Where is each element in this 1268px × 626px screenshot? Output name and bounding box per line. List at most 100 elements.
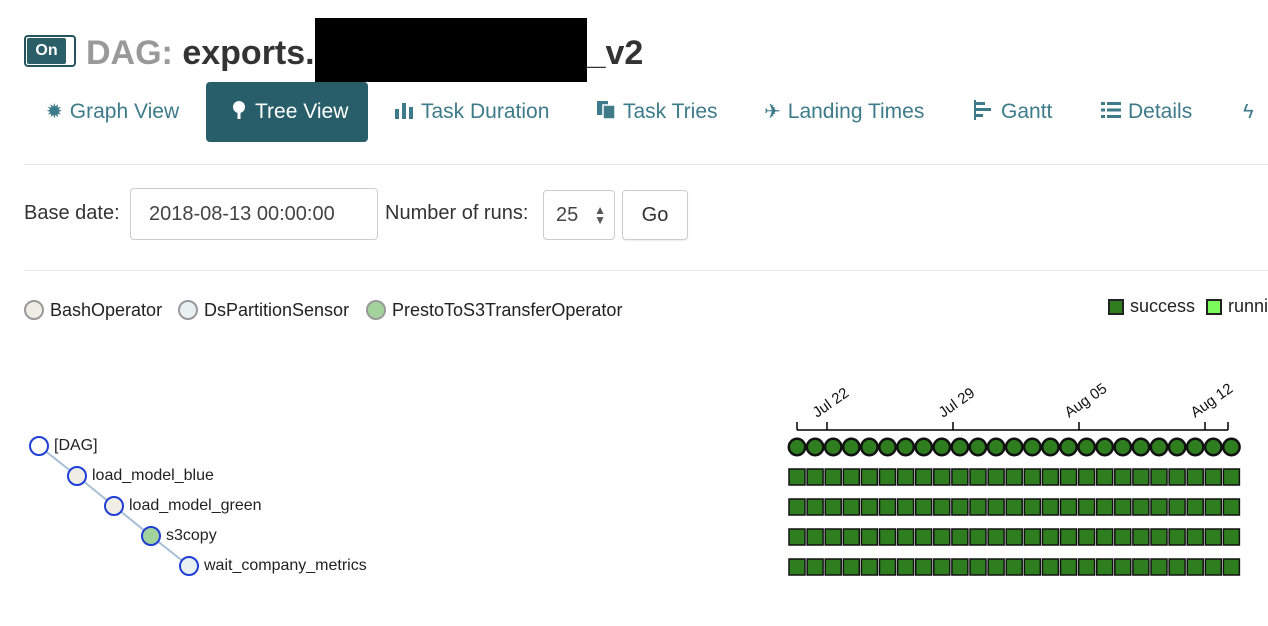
task-instance-square[interactable] (1005, 528, 1023, 546)
task-instance-square[interactable] (824, 528, 842, 546)
task-instance-square[interactable] (824, 558, 842, 576)
task-instance-square[interactable] (1204, 528, 1223, 546)
task-instance-square[interactable] (806, 558, 824, 576)
tree-label-wait-company-metrics[interactable]: wait_company_metrics (204, 557, 367, 575)
task-instance-square[interactable] (1059, 528, 1078, 546)
dag-run-circle[interactable] (859, 437, 879, 457)
task-instance-square[interactable] (1114, 468, 1132, 486)
task-instance-square[interactable] (933, 468, 951, 486)
task-instance-square[interactable] (824, 468, 842, 486)
dag-run-circle[interactable] (950, 437, 970, 457)
tree-label-s3copy[interactable]: s3copy (166, 527, 217, 545)
task-instance-square[interactable] (860, 498, 879, 516)
task-instance-square[interactable] (1132, 528, 1150, 546)
dag-run-circle[interactable] (932, 437, 952, 457)
dag-run-circle[interactable] (878, 437, 897, 457)
task-instance-square[interactable] (1059, 498, 1078, 516)
task-instance-square[interactable] (878, 468, 897, 486)
task-instance-square[interactable] (951, 558, 969, 576)
task-instance-square[interactable] (1095, 468, 1114, 486)
task-instance-square[interactable] (933, 498, 951, 516)
task-instance-square[interactable] (969, 468, 987, 486)
task-instance-square[interactable] (1059, 558, 1078, 576)
task-instance-square[interactable] (1114, 528, 1132, 546)
task-instance-square[interactable] (1222, 468, 1241, 486)
task-instance-square[interactable] (1186, 528, 1204, 546)
dag-run-circle[interactable] (1004, 437, 1024, 457)
dag-run-circle[interactable] (787, 437, 807, 457)
dag-run-circle[interactable] (914, 437, 934, 457)
task-instance-square[interactable] (1222, 558, 1241, 576)
task-instance-square[interactable] (987, 498, 1005, 516)
dag-run-circle[interactable] (841, 437, 861, 457)
task-instance-square[interactable] (914, 468, 933, 486)
task-instance-square[interactable] (824, 498, 842, 516)
dag-run-circle[interactable] (1059, 437, 1078, 457)
task-instance-square[interactable] (951, 528, 969, 546)
task-instance-square[interactable] (1222, 528, 1241, 546)
tree-node-dag[interactable] (29, 436, 49, 456)
task-instance-square[interactable] (1077, 528, 1096, 546)
dag-run-circle[interactable] (1149, 437, 1169, 457)
task-instance-square[interactable] (914, 558, 933, 576)
task-instance-square[interactable] (1041, 528, 1060, 546)
task-instance-square[interactable] (1132, 468, 1150, 486)
task-instance-square[interactable] (842, 558, 861, 576)
task-instance-square[interactable] (951, 498, 969, 516)
dag-run-circle[interactable] (1131, 437, 1151, 457)
dag-run-circle[interactable] (1203, 437, 1223, 457)
task-instance-square[interactable] (1150, 528, 1168, 546)
task-instance-square[interactable] (1023, 468, 1042, 486)
dag-run-circle[interactable] (1077, 437, 1097, 457)
dag-run-circle[interactable] (896, 437, 916, 457)
task-instance-square[interactable] (1114, 498, 1132, 516)
task-instance-square[interactable] (860, 468, 879, 486)
dag-run-circle[interactable] (1185, 437, 1205, 457)
dag-run-circle[interactable] (823, 437, 843, 457)
task-instance-square[interactable] (896, 558, 915, 576)
task-instance-square[interactable] (933, 528, 951, 546)
task-instance-square[interactable] (1222, 498, 1241, 516)
task-instance-square[interactable] (1186, 498, 1204, 516)
task-instance-square[interactable] (1132, 558, 1150, 576)
dag-run-circle[interactable] (968, 437, 988, 457)
task-instance-square[interactable] (987, 468, 1005, 486)
task-instance-square[interactable] (1168, 558, 1186, 576)
task-instance-square[interactable] (1005, 468, 1023, 486)
tree-label-load-model-green[interactable]: load_model_green (129, 497, 262, 515)
task-instance-square[interactable] (1077, 558, 1096, 576)
task-instance-square[interactable] (896, 498, 915, 516)
task-instance-square[interactable] (1204, 498, 1223, 516)
task-instance-square[interactable] (860, 558, 879, 576)
task-instance-square[interactable] (933, 558, 951, 576)
task-instance-square[interactable] (806, 528, 824, 546)
task-instance-square[interactable] (1005, 558, 1023, 576)
task-instance-square[interactable] (1023, 498, 1042, 516)
task-instance-square[interactable] (987, 528, 1005, 546)
task-instance-square[interactable] (951, 468, 969, 486)
task-instance-square[interactable] (914, 528, 933, 546)
task-instance-square[interactable] (987, 558, 1005, 576)
task-instance-square[interactable] (1168, 498, 1186, 516)
task-instance-square[interactable] (969, 528, 987, 546)
task-instance-square[interactable] (788, 558, 806, 576)
task-instance-square[interactable] (896, 528, 915, 546)
task-instance-square[interactable] (842, 498, 861, 516)
tree-label-dag[interactable]: [DAG] (54, 437, 98, 455)
dag-run-circle[interactable] (805, 437, 825, 457)
tree-node-wait-company-metrics[interactable] (179, 556, 199, 576)
dag-run-circle[interactable] (1095, 437, 1115, 457)
dag-run-circle[interactable] (1221, 437, 1241, 457)
task-instance-square[interactable] (1041, 468, 1060, 486)
task-instance-square[interactable] (914, 498, 933, 516)
task-instance-square[interactable] (1077, 468, 1096, 486)
task-instance-square[interactable] (1204, 558, 1223, 576)
task-instance-square[interactable] (806, 498, 824, 516)
task-instance-square[interactable] (1168, 528, 1186, 546)
task-instance-square[interactable] (788, 528, 806, 546)
task-instance-square[interactable] (1150, 558, 1168, 576)
task-instance-square[interactable] (1150, 498, 1168, 516)
task-instance-square[interactable] (1186, 558, 1204, 576)
task-instance-square[interactable] (788, 498, 806, 516)
task-instance-square[interactable] (1059, 468, 1078, 486)
